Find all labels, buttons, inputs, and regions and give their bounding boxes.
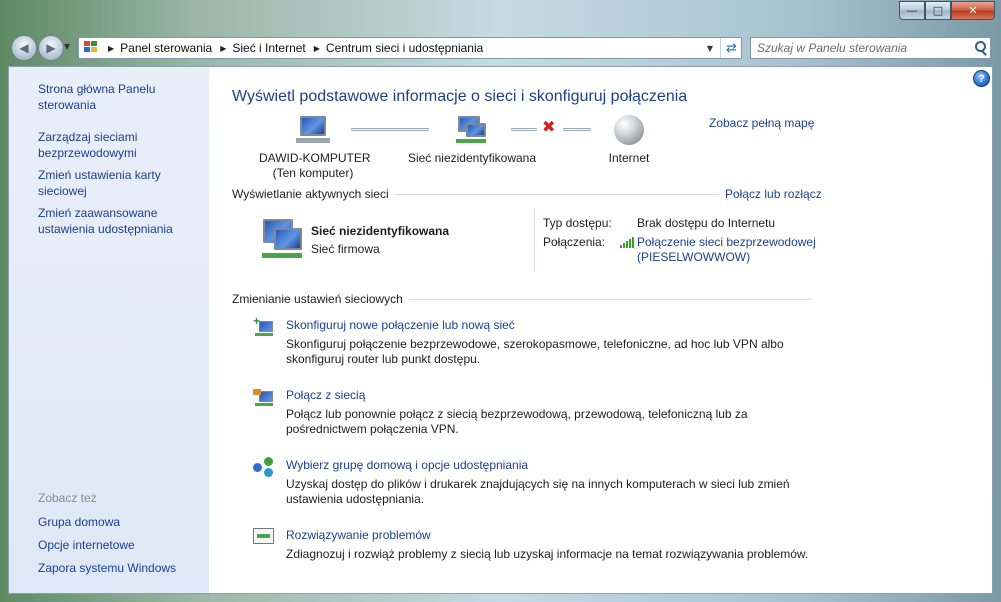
new-connection-icon: + bbox=[253, 315, 275, 337]
connection-line bbox=[511, 128, 537, 131]
navigation-bar: ◀ ▶ ▼ ▶ Panel sterowania ▶ Sieć i Intern… bbox=[0, 30, 1001, 66]
access-type-value: Brak dostępu do Internetu bbox=[637, 216, 776, 230]
divider bbox=[534, 209, 535, 271]
address-bar[interactable]: ▶ Panel sterowania ▶ Sieć i Internet ▶ C… bbox=[78, 37, 742, 59]
homegroup-icon bbox=[253, 457, 275, 477]
address-dropdown[interactable]: ▼ bbox=[701, 44, 719, 53]
network-icon bbox=[260, 219, 304, 263]
connection-name[interactable]: Połączenie sieci bezprzewodowej bbox=[637, 235, 816, 250]
see-also-homegroup[interactable]: Grupa domowa bbox=[38, 514, 203, 530]
globe-icon bbox=[614, 115, 644, 145]
task-connect-network-link[interactable]: Połącz z siecią bbox=[286, 388, 365, 402]
breadcrumb-item-network-internet[interactable]: Sieć i Internet bbox=[232, 41, 305, 55]
change-settings-heading: Zmienianie ustawień sieciowych bbox=[232, 292, 409, 306]
task-troubleshoot-link[interactable]: Rozwiązywanie problemów bbox=[286, 528, 431, 542]
search-input[interactable] bbox=[757, 39, 970, 57]
sidebar-link-manage-wireless[interactable]: Zarządzaj sieciami bezprzewodowymi bbox=[38, 129, 203, 161]
close-icon[interactable]: ✕ bbox=[951, 1, 995, 20]
map-node-network[interactable]: Sieć niezidentyfikowana bbox=[402, 151, 542, 166]
breadcrumb-item-network-center[interactable]: Centrum sieci i udostępniania bbox=[326, 41, 483, 55]
map-node-computer[interactable]: DAWID-KOMPUTER (Ten komputer) bbox=[259, 151, 371, 181]
sidebar-link-adapter-settings[interactable]: Zmień ustawienia karty sieciowej bbox=[38, 167, 203, 199]
breadcrumb-item-control-panel[interactable]: Panel sterowania bbox=[120, 41, 212, 55]
window-frame: — □ ✕ ◀ ▶ ▼ ▶ Panel sterowania ▶ Sieć i … bbox=[0, 0, 1001, 602]
control-panel-icon bbox=[84, 41, 100, 55]
chevron-right-icon[interactable]: ▶ bbox=[220, 44, 226, 53]
connections-label: Połączenia: bbox=[543, 235, 606, 249]
chevron-right-icon[interactable]: ▶ bbox=[108, 44, 114, 53]
minimize-icon[interactable]: — bbox=[899, 1, 925, 20]
arrow-left-icon: ◀ bbox=[19, 41, 29, 55]
client-area: Strona główna Panelu sterowania Zarządza… bbox=[8, 66, 993, 594]
see-also-internet-options[interactable]: Opcje internetowe bbox=[38, 537, 203, 553]
connection-ssid[interactable]: (PIESELWOWWOW) bbox=[637, 250, 816, 265]
connect-network-icon bbox=[253, 387, 275, 407]
arrow-right-icon: ▶ bbox=[46, 41, 56, 55]
computer-sub: (Ten komputer) bbox=[272, 166, 354, 180]
connection-line bbox=[351, 128, 429, 131]
computer-name: DAWID-KOMPUTER bbox=[259, 151, 371, 165]
task-troubleshoot-desc: Zdiagnozuj i rozwiąż problemy z siecią l… bbox=[286, 547, 809, 561]
map-node-internet[interactable]: Internet bbox=[599, 151, 659, 166]
breadcrumb: ▶ Panel sterowania ▶ Sieć i Internet ▶ C… bbox=[100, 38, 483, 58]
active-networks-heading: Wyświetlanie aktywnych sieci bbox=[232, 187, 395, 201]
main-content: ? Wyświetl podstawowe informacje o sieci… bbox=[209, 67, 992, 593]
connect-disconnect-link[interactable]: Połącz lub rozłącz bbox=[719, 187, 822, 201]
active-network-name: Sieć niezidentyfikowana bbox=[311, 224, 450, 238]
task-homegroup-desc: Uzyskaj dostęp do plików i drukarek znaj… bbox=[286, 477, 790, 506]
error-x-icon: ✖ bbox=[542, 117, 556, 136]
sidebar: Strona główna Panelu sterowania Zarządza… bbox=[9, 67, 209, 593]
recent-pages-dropdown[interactable]: ▼ bbox=[64, 42, 70, 51]
sidebar-link-advanced-sharing[interactable]: Zmień zaawansowane ustawienia udostępnia… bbox=[38, 205, 203, 237]
task-connect-network-desc: Połącz lub ponownie połącz z siecią bezp… bbox=[286, 407, 748, 436]
refresh-icon: ⇄ bbox=[726, 40, 737, 56]
network-icon bbox=[454, 116, 488, 146]
connection-line bbox=[563, 128, 591, 131]
caption-buttons: — □ ✕ bbox=[899, 1, 995, 20]
help-icon[interactable]: ? bbox=[973, 70, 990, 87]
network-type-link[interactable]: Sieć firmowa bbox=[311, 242, 380, 256]
computer-icon bbox=[296, 116, 330, 146]
wireless-connection-link[interactable]: Połączenie sieci bezprzewodowej (PIESELW… bbox=[637, 235, 816, 265]
wifi-signal-icon bbox=[620, 237, 634, 248]
title-bar: — □ ✕ bbox=[0, 0, 1001, 30]
task-homegroup-link[interactable]: Wybierz grupę domową i opcje udostępnian… bbox=[286, 458, 528, 472]
task-setup-connection-desc: Skonfiguruj połączenie bezprzewodowe, sz… bbox=[286, 337, 784, 366]
refresh-button[interactable]: ⇄ bbox=[720, 38, 742, 58]
page-title: Wyświetl podstawowe informacje o sieci i… bbox=[232, 88, 688, 105]
see-also-heading: Zobacz też bbox=[38, 491, 97, 505]
forward-button[interactable]: ▶ bbox=[38, 35, 64, 61]
troubleshoot-icon bbox=[253, 527, 275, 547]
full-map-link[interactable]: Zobacz pełną mapę bbox=[709, 116, 814, 130]
search-box[interactable] bbox=[750, 37, 991, 59]
maximize-icon[interactable]: □ bbox=[925, 1, 951, 20]
search-icon[interactable] bbox=[970, 38, 990, 58]
back-button[interactable]: ◀ bbox=[11, 35, 37, 61]
task-setup-connection-link[interactable]: Skonfiguruj nowe połączenie lub nową sie… bbox=[286, 318, 515, 332]
sidebar-link-control-panel-home[interactable]: Strona główna Panelu sterowania bbox=[38, 81, 203, 113]
see-also-firewall[interactable]: Zapora systemu Windows bbox=[38, 560, 203, 576]
access-type-label: Typ dostępu: bbox=[543, 216, 612, 230]
chevron-right-icon[interactable]: ▶ bbox=[314, 44, 320, 53]
